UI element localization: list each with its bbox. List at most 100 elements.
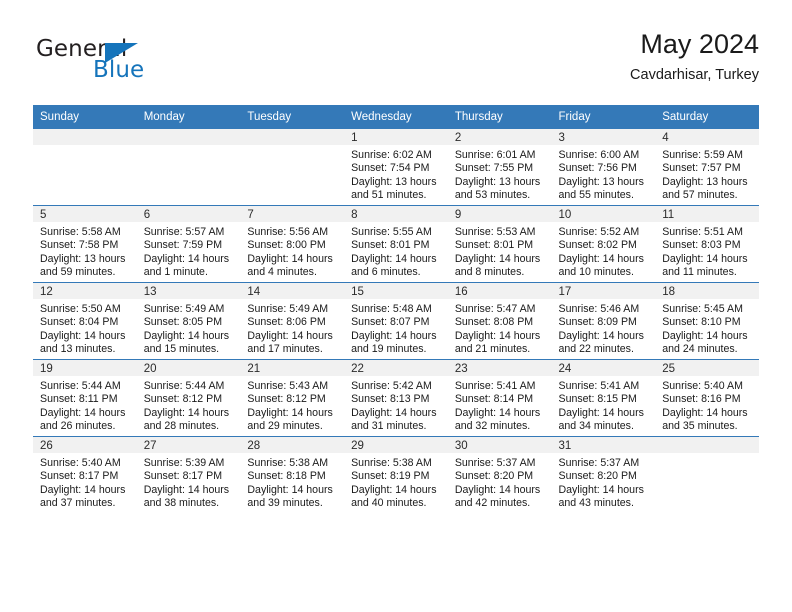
- day-cell[interactable]: 24 Sunrise: 5:41 AM Sunset: 8:15 PM Dayl…: [551, 359, 656, 437]
- day-cell[interactable]: [33, 129, 137, 206]
- day-cell[interactable]: 22 Sunrise: 5:42 AM Sunset: 8:13 PM Dayl…: [344, 359, 448, 437]
- day-details: Sunrise: 5:44 AM Sunset: 8:11 PM Dayligh…: [33, 376, 137, 434]
- day-cell[interactable]: 28 Sunrise: 5:38 AM Sunset: 8:18 PM Dayl…: [240, 436, 345, 513]
- sunrise-text: Sunrise: 5:38 AM: [351, 457, 432, 469]
- day-cell[interactable]: 18 Sunrise: 5:45 AM Sunset: 8:10 PM Dayl…: [655, 282, 759, 360]
- day-number: 18: [655, 283, 759, 299]
- day-cell[interactable]: 10 Sunrise: 5:52 AM Sunset: 8:02 PM Dayl…: [551, 205, 656, 283]
- day-number: 15: [344, 283, 448, 299]
- day-cell[interactable]: 8 Sunrise: 5:55 AM Sunset: 8:01 PM Dayli…: [344, 205, 448, 283]
- day-details: Sunrise: 5:40 AM Sunset: 8:17 PM Dayligh…: [33, 453, 137, 511]
- day-details: Sunrise: 5:45 AM Sunset: 8:10 PM Dayligh…: [655, 299, 759, 357]
- sunrise-text: Sunrise: 5:48 AM: [351, 303, 432, 315]
- weekday-header-thursday: Thursday: [447, 105, 552, 129]
- calendar-week-row: 26 Sunrise: 5:40 AM Sunset: 8:17 PM Dayl…: [33, 436, 759, 513]
- day-cell[interactable]: 19 Sunrise: 5:44 AM Sunset: 8:11 PM Dayl…: [33, 359, 137, 437]
- day-cell[interactable]: 6 Sunrise: 5:57 AM Sunset: 7:59 PM Dayli…: [136, 205, 241, 283]
- sunrise-text: Sunrise: 5:42 AM: [351, 380, 432, 392]
- daylight-text-line1: Daylight: 14 hours: [351, 329, 437, 342]
- day-number: 30: [447, 437, 552, 453]
- day-number: 24: [551, 360, 656, 376]
- day-cell[interactable]: 13 Sunrise: 5:49 AM Sunset: 8:05 PM Dayl…: [136, 282, 241, 360]
- calendar-week-row: 1 Sunrise: 6:02 AM Sunset: 7:54 PM Dayli…: [33, 129, 759, 206]
- day-cell[interactable]: 12 Sunrise: 5:50 AM Sunset: 8:04 PM Dayl…: [33, 282, 137, 360]
- daylight-text-line2: and 34 minutes.: [558, 420, 634, 433]
- sunset-text: Sunset: 7:58 PM: [40, 239, 119, 252]
- day-cell[interactable]: 25 Sunrise: 5:40 AM Sunset: 8:16 PM Dayl…: [655, 359, 759, 437]
- daylight-text-line1: Daylight: 14 hours: [143, 329, 230, 342]
- day-number: 4: [655, 129, 759, 145]
- day-cell[interactable]: 15 Sunrise: 5:48 AM Sunset: 8:07 PM Dayl…: [344, 282, 448, 360]
- day-cell[interactable]: 1 Sunrise: 6:02 AM Sunset: 7:54 PM Dayli…: [344, 129, 448, 206]
- day-cell[interactable]: 20 Sunrise: 5:44 AM Sunset: 8:12 PM Dayl…: [136, 359, 241, 437]
- day-cell[interactable]: 26 Sunrise: 5:40 AM Sunset: 8:17 PM Dayl…: [33, 436, 137, 513]
- day-details: Sunrise: 6:00 AM Sunset: 7:56 PM Dayligh…: [552, 145, 656, 203]
- calendar-week-row: 5 Sunrise: 5:58 AM Sunset: 7:58 PM Dayli…: [33, 205, 759, 283]
- day-number: 12: [33, 283, 137, 299]
- daylight-text-line1: Daylight: 14 hours: [558, 483, 644, 496]
- day-number: 2: [447, 129, 552, 145]
- day-cell[interactable]: 11 Sunrise: 5:51 AM Sunset: 8:03 PM Dayl…: [655, 205, 759, 283]
- sunset-text: Sunset: 8:12 PM: [247, 393, 326, 406]
- day-cell[interactable]: 14 Sunrise: 5:49 AM Sunset: 8:06 PM Dayl…: [240, 282, 345, 360]
- day-cell[interactable]: 21 Sunrise: 5:43 AM Sunset: 8:12 PM Dayl…: [240, 359, 345, 437]
- day-details: Sunrise: 5:47 AM Sunset: 8:08 PM Dayligh…: [448, 299, 552, 357]
- daylight-text-line1: Daylight: 14 hours: [558, 329, 644, 342]
- day-details: Sunrise: 5:59 AM Sunset: 7:57 PM Dayligh…: [655, 145, 759, 203]
- day-cell[interactable]: [240, 129, 345, 206]
- day-cell[interactable]: [655, 436, 759, 513]
- sunrise-text: Sunrise: 5:57 AM: [143, 226, 225, 238]
- daylight-text-line2: and 57 minutes.: [662, 189, 738, 202]
- sunset-text: Sunset: 8:12 PM: [143, 393, 223, 406]
- day-cell[interactable]: 29 Sunrise: 5:38 AM Sunset: 8:19 PM Dayl…: [344, 436, 448, 513]
- sunset-text: Sunset: 7:59 PM: [143, 239, 223, 252]
- day-cell[interactable]: 3 Sunrise: 6:00 AM Sunset: 7:56 PM Dayli…: [551, 129, 656, 206]
- sunrise-text: Sunrise: 5:58 AM: [40, 226, 121, 238]
- sunset-text: Sunset: 8:04 PM: [40, 316, 119, 329]
- day-number: 17: [551, 283, 656, 299]
- daylight-text-line1: Daylight: 14 hours: [454, 252, 541, 265]
- sunrise-text: Sunrise: 5:40 AM: [662, 380, 743, 392]
- sunrise-text: Sunrise: 5:45 AM: [662, 303, 743, 315]
- daylight-text-line1: Daylight: 14 hours: [143, 483, 230, 496]
- daylight-text-line1: Daylight: 14 hours: [247, 406, 333, 419]
- weekday-header-wednesday: Wednesday: [344, 105, 448, 129]
- sunset-text: Sunset: 8:14 PM: [454, 393, 534, 406]
- day-cell[interactable]: 17 Sunrise: 5:46 AM Sunset: 8:09 PM Dayl…: [551, 282, 656, 360]
- day-details: Sunrise: 5:44 AM Sunset: 8:12 PM Dayligh…: [137, 376, 241, 434]
- daylight-text-line2: and 22 minutes.: [558, 343, 634, 356]
- daylight-text-line1: Daylight: 13 hours: [454, 175, 541, 188]
- day-cell[interactable]: 4 Sunrise: 5:59 AM Sunset: 7:57 PM Dayli…: [655, 129, 759, 206]
- daylight-text-line1: Daylight: 13 hours: [662, 175, 748, 188]
- day-number: 26: [33, 437, 137, 453]
- day-cell[interactable]: 23 Sunrise: 5:41 AM Sunset: 8:14 PM Dayl…: [447, 359, 552, 437]
- daylight-text-line1: Daylight: 14 hours: [662, 406, 748, 419]
- day-cell[interactable]: 9 Sunrise: 5:53 AM Sunset: 8:01 PM Dayli…: [447, 205, 552, 283]
- day-cell[interactable]: 7 Sunrise: 5:56 AM Sunset: 8:00 PM Dayli…: [240, 205, 345, 283]
- daylight-text-line1: Daylight: 14 hours: [454, 483, 541, 496]
- sunset-text: Sunset: 8:10 PM: [662, 316, 741, 329]
- sunset-text: Sunset: 8:16 PM: [662, 393, 741, 406]
- day-cell[interactable]: [136, 129, 241, 206]
- weekday-header-tuesday: Tuesday: [240, 105, 345, 129]
- day-details: Sunrise: 5:57 AM Sunset: 7:59 PM Dayligh…: [137, 222, 241, 280]
- day-cell[interactable]: 16 Sunrise: 5:47 AM Sunset: 8:08 PM Dayl…: [447, 282, 552, 360]
- day-details: Sunrise: 5:55 AM Sunset: 8:01 PM Dayligh…: [344, 222, 448, 280]
- day-number: 22: [344, 360, 448, 376]
- day-details: Sunrise: 5:39 AM Sunset: 8:17 PM Dayligh…: [137, 453, 241, 511]
- sunset-text: Sunset: 8:03 PM: [662, 239, 741, 252]
- sunrise-text: Sunrise: 5:41 AM: [454, 380, 536, 392]
- day-details: [655, 453, 759, 457]
- general-blue-logo[interactable]: General Blue: [33, 36, 243, 94]
- daylight-text-line1: Daylight: 14 hours: [247, 329, 333, 342]
- sunset-text: Sunset: 8:15 PM: [558, 393, 637, 406]
- day-cell[interactable]: 5 Sunrise: 5:58 AM Sunset: 7:58 PM Dayli…: [33, 205, 137, 283]
- sunset-text: Sunset: 8:20 PM: [454, 470, 534, 483]
- daylight-text-line2: and 43 minutes.: [558, 497, 634, 510]
- day-cell[interactable]: 27 Sunrise: 5:39 AM Sunset: 8:17 PM Dayl…: [136, 436, 241, 513]
- day-cell[interactable]: 31 Sunrise: 5:37 AM Sunset: 8:20 PM Dayl…: [551, 436, 656, 513]
- day-number: [33, 129, 137, 145]
- day-cell[interactable]: 30 Sunrise: 5:37 AM Sunset: 8:20 PM Dayl…: [447, 436, 552, 513]
- day-details: Sunrise: 5:46 AM Sunset: 8:09 PM Dayligh…: [552, 299, 656, 357]
- day-cell[interactable]: 2 Sunrise: 6:01 AM Sunset: 7:55 PM Dayli…: [447, 129, 552, 206]
